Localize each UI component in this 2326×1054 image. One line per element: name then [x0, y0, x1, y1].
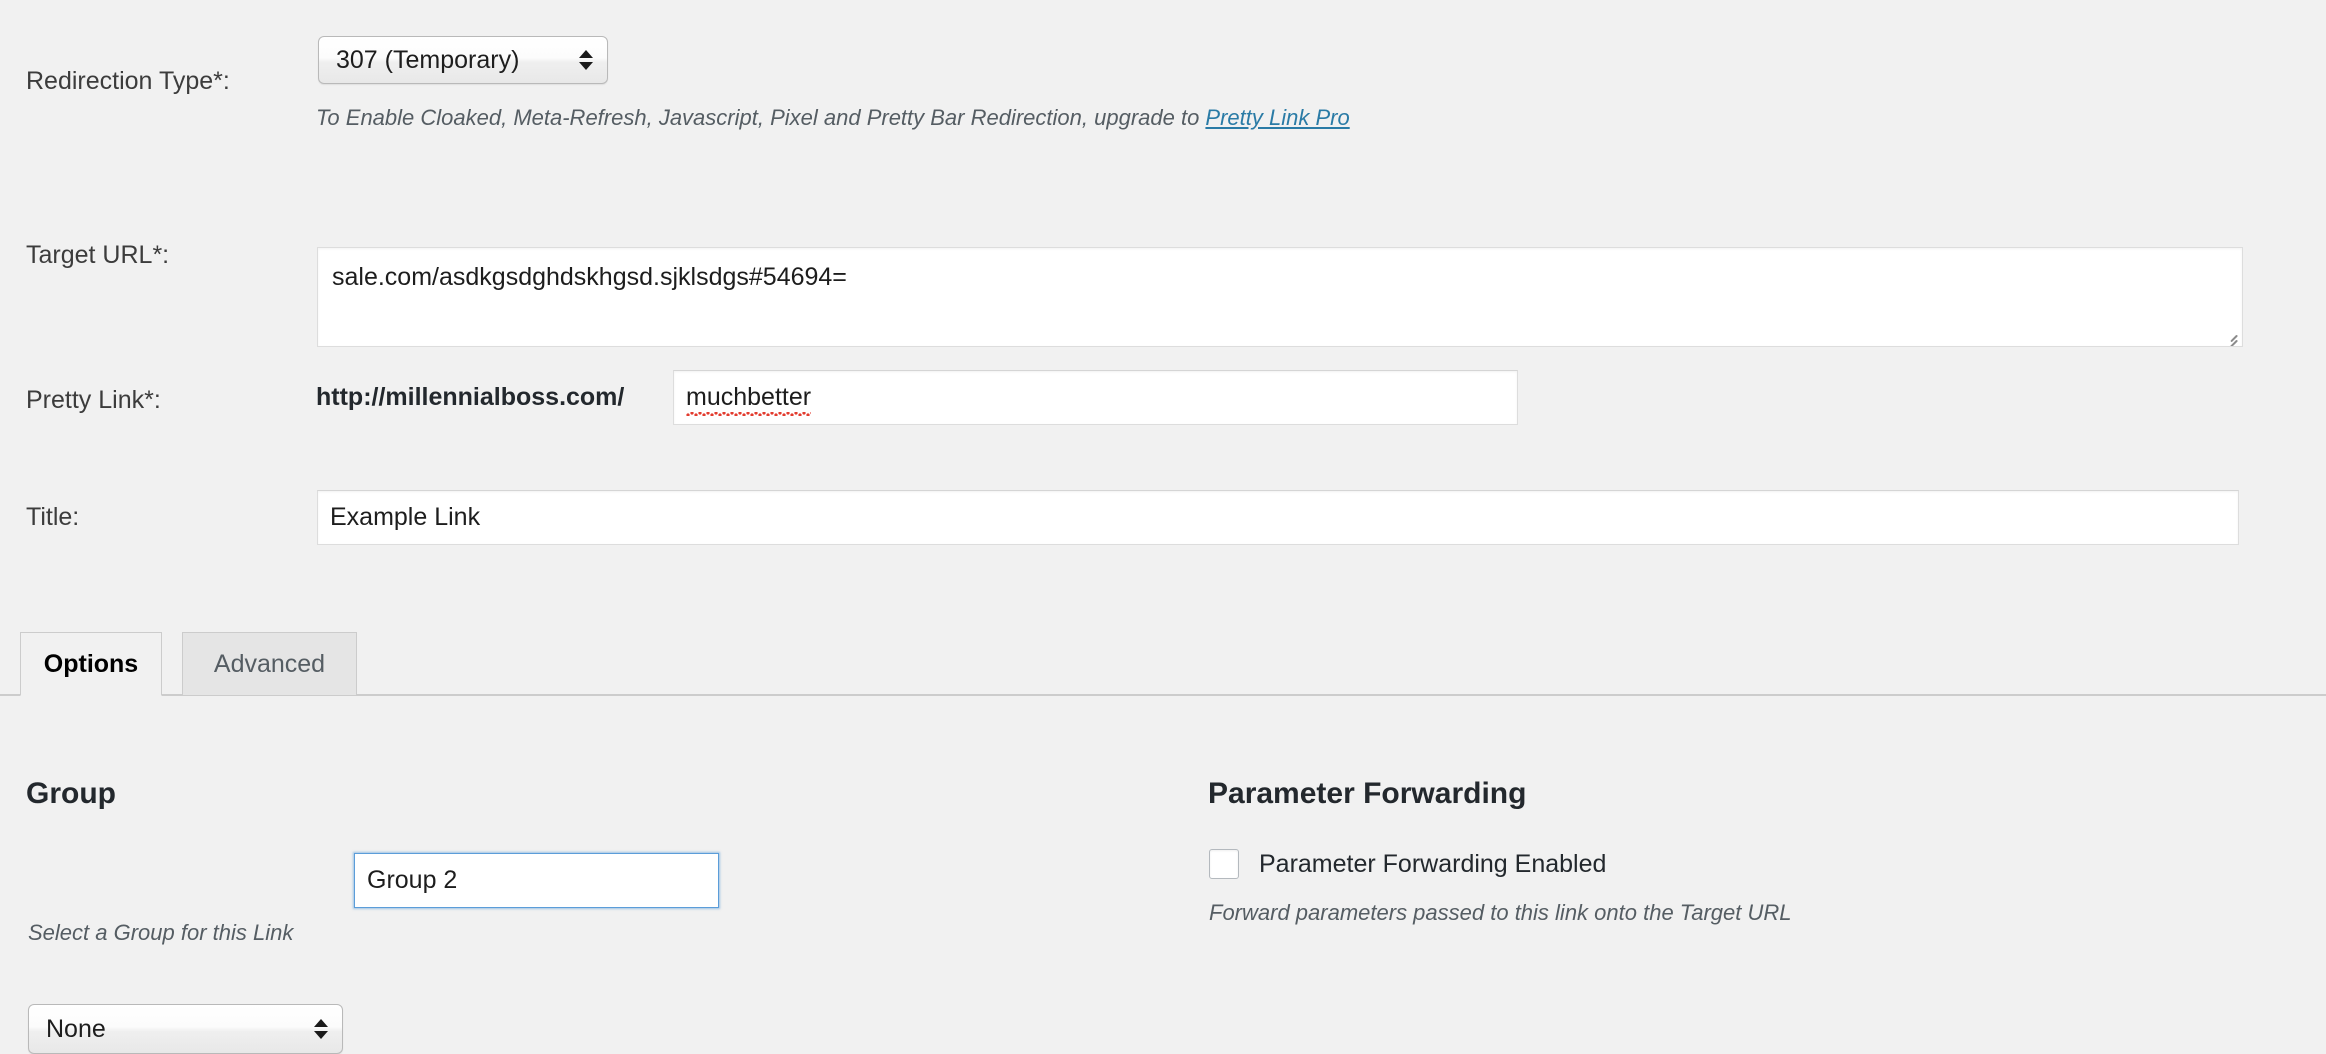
target-url-textarea[interactable]: sale.com/asdkgsdghdskhgsd.sjklsdgs#54694… [317, 247, 2243, 347]
group-select[interactable]: None [28, 1004, 343, 1054]
parameter-forwarding-help: Forward parameters passed to this link o… [1209, 900, 1792, 925]
tab-options-label: Options [43, 649, 139, 678]
redirection-type-select-value: 307 (Temporary) [336, 45, 520, 74]
target-url-label: Target URL*: [26, 241, 170, 269]
tab-strip: Options Advanced [0, 632, 2326, 696]
select-stepper-icon [579, 45, 593, 75]
group-name-input[interactable]: Group 2 [354, 853, 719, 908]
title-label: Title: [26, 503, 80, 531]
pretty-link-prefix: http://millennialboss.com/ [316, 383, 625, 411]
title-value: Example Link [330, 503, 481, 531]
group-help-text: Select a Group for this Link [28, 920, 294, 945]
group-name-value: Group 2 [367, 866, 458, 894]
tab-advanced[interactable]: Advanced [182, 632, 357, 696]
pretty-link-slug-input[interactable]: muchbetter [673, 370, 1518, 425]
redirection-type-help-text: To Enable Cloaked, Meta-Refresh, Javascr… [316, 105, 1206, 130]
tab-options[interactable]: Options [20, 632, 162, 696]
parameter-forwarding-checkbox[interactable] [1209, 849, 1239, 879]
select-stepper-icon [314, 1014, 328, 1044]
redirection-type-label: Redirection Type*: [26, 67, 230, 95]
tab-advanced-label: Advanced [213, 649, 326, 678]
group-select-value: None [46, 1014, 106, 1043]
group-section-heading: Group [26, 777, 116, 810]
pretty-link-pro-link[interactable]: Pretty Link Pro [1205, 105, 1349, 130]
pretty-link-label: Pretty Link*: [26, 386, 161, 414]
parameter-forwarding-checkbox-row: Parameter Forwarding Enabled [1209, 849, 1606, 879]
target-url-value: sale.com/asdkgsdghdskhgsd.sjklsdgs#54694… [332, 263, 847, 291]
title-input[interactable]: Example Link [317, 490, 2239, 545]
redirection-type-select[interactable]: 307 (Temporary) [318, 36, 608, 84]
redirection-type-help: To Enable Cloaked, Meta-Refresh, Javascr… [316, 105, 1350, 131]
parameter-section-heading: Parameter Forwarding [1208, 777, 1527, 810]
parameter-forwarding-checkbox-label: Parameter Forwarding Enabled [1259, 849, 1607, 878]
resize-handle-icon[interactable] [2220, 324, 2240, 346]
pretty-link-slug-value: muchbetter [686, 383, 812, 416]
